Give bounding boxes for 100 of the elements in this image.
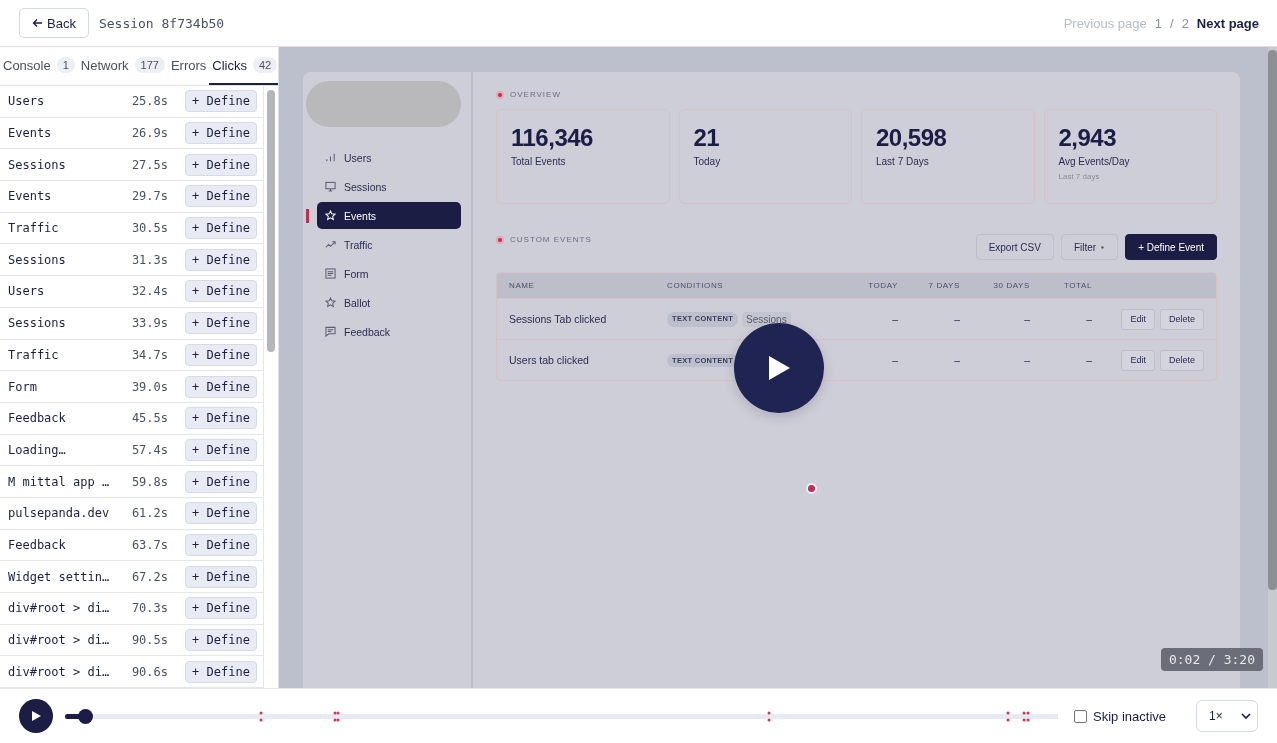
nav-item[interactable]: Traffic: [317, 231, 461, 258]
nav-item[interactable]: Ballot: [317, 289, 461, 316]
play-button[interactable]: [19, 699, 53, 733]
click-time: 27.5s: [130, 157, 168, 172]
nav-item[interactable]: Form: [317, 260, 461, 287]
define-button[interactable]: + Define: [185, 565, 257, 588]
section-dot-icon: [496, 235, 504, 244]
click-time: 30.5s: [130, 221, 168, 236]
define-button[interactable]: + Define: [185, 217, 257, 240]
define-button[interactable]: + Define: [185, 533, 257, 556]
filter-button[interactable]: Filter: [1060, 234, 1119, 260]
define-button[interactable]: + Define: [185, 185, 257, 208]
click-time: 67.2s: [130, 569, 168, 584]
nav-item[interactable]: Users: [317, 144, 461, 171]
click-time: 70.3s: [130, 601, 168, 616]
export-button[interactable]: Export CSV: [975, 234, 1054, 260]
table-cell-text: –: [953, 313, 961, 325]
click-target-label: Form: [8, 379, 38, 394]
stat-value: 2,943: [1058, 124, 1117, 152]
define-button[interactable]: + Define: [185, 438, 257, 461]
back-button[interactable]: Back: [19, 8, 89, 38]
column-header: 7 DAYS: [927, 281, 961, 290]
delete-button[interactable]: Delete: [1160, 349, 1204, 371]
column-header: CONDITIONS: [667, 281, 725, 290]
monitor-icon: [325, 181, 336, 192]
click-time: 34.7s: [130, 347, 168, 362]
play-icon: [31, 711, 41, 721]
column-header: 30 DAYS: [992, 281, 1031, 290]
nav-item[interactable]: Events: [317, 202, 461, 229]
click-time: 59.8s: [130, 474, 168, 489]
active-indicator: [306, 208, 309, 223]
table-cell-text: –: [891, 313, 899, 325]
define-event-button[interactable]: + Define Event: [1125, 234, 1217, 260]
next-page-link[interactable]: Next page: [1196, 15, 1259, 31]
table-cell-text: –: [891, 354, 899, 366]
define-button[interactable]: + Define: [185, 122, 257, 145]
skip-checkbox[interactable]: [1074, 709, 1087, 723]
form-icon: [325, 268, 336, 279]
page-number: 1: [1154, 15, 1162, 31]
define-button[interactable]: + Define: [185, 502, 257, 525]
click-time: 63.7s: [130, 537, 168, 552]
caret-icon: [1100, 244, 1106, 250]
define-button[interactable]: + Define: [185, 470, 257, 493]
speed-select[interactable]: 1×: [1196, 700, 1258, 732]
define-button[interactable]: + Define: [185, 312, 257, 335]
define-button[interactable]: + Define: [185, 248, 257, 271]
page-separator: /: [1170, 15, 1174, 31]
stat-label: Last 7 Days: [876, 156, 929, 167]
edit-button[interactable]: Edit: [1121, 349, 1155, 371]
edit-button[interactable]: Edit: [1121, 308, 1155, 330]
message-icon: [325, 326, 336, 337]
click-time: 32.4s: [130, 284, 168, 299]
click-target-label: Traffic: [8, 221, 60, 236]
define-button[interactable]: + Define: [185, 153, 257, 176]
stat-label: Total Events: [511, 156, 566, 167]
scrollbar-thumb[interactable]: [267, 90, 275, 352]
delete-button[interactable]: Delete: [1160, 308, 1204, 330]
section-dot-icon: [496, 90, 504, 99]
event-marker: [1006, 709, 1011, 723]
event-marker: [767, 709, 772, 723]
define-button[interactable]: + Define: [185, 90, 257, 113]
click-time: 25.8s: [130, 94, 168, 109]
click-target-label: div#root > di…: [8, 601, 111, 616]
define-button[interactable]: + Define: [185, 597, 257, 620]
click-target-label: Loading…: [8, 442, 67, 457]
trend-icon: [325, 239, 336, 250]
column-header: TODAY: [867, 281, 899, 290]
click-target-label: pulsepanda.dev: [8, 506, 111, 521]
click-target-label: Sessions: [8, 316, 67, 331]
section-label: CUSTOM EVENTS: [510, 235, 592, 244]
timeline-thumb[interactable]: [77, 708, 93, 724]
section-label: OVERVIEW: [510, 90, 561, 99]
skip-label: Skip inactive: [1093, 708, 1166, 724]
star-icon: [325, 210, 336, 221]
scrollbar-thumb[interactable]: [1268, 50, 1277, 590]
tab-count: 1: [56, 57, 75, 73]
define-button[interactable]: + Define: [185, 343, 257, 366]
cursor-dot: [806, 483, 817, 494]
define-button[interactable]: + Define: [185, 660, 257, 683]
define-button[interactable]: + Define: [185, 375, 257, 398]
nav-item[interactable]: Feedback: [317, 318, 461, 345]
click-time: 90.6s: [130, 664, 168, 679]
star-icon: [325, 297, 336, 308]
bar-chart-icon: [325, 152, 336, 163]
panel-tab[interactable]: Network 177: [77, 47, 168, 85]
column-header: TOTAL: [1062, 281, 1093, 290]
panel-tab[interactable]: Errors: [167, 47, 210, 85]
panel-tab[interactable]: Console 1: [0, 47, 78, 85]
define-button[interactable]: + Define: [185, 407, 257, 430]
event-marker: [258, 709, 263, 723]
table-cell-text: –: [1023, 354, 1031, 366]
click-time: 33.9s: [130, 316, 168, 331]
stat-value: 116,346: [511, 124, 593, 152]
nav-item[interactable]: Sessions: [317, 173, 461, 200]
click-time: 26.9s: [130, 126, 168, 141]
define-button[interactable]: + Define: [185, 629, 257, 652]
condition-value: Sessions: [742, 311, 791, 327]
click-time: 61.2s: [130, 506, 168, 521]
click-target-label: Feedback: [8, 537, 67, 552]
define-button[interactable]: + Define: [185, 280, 257, 303]
